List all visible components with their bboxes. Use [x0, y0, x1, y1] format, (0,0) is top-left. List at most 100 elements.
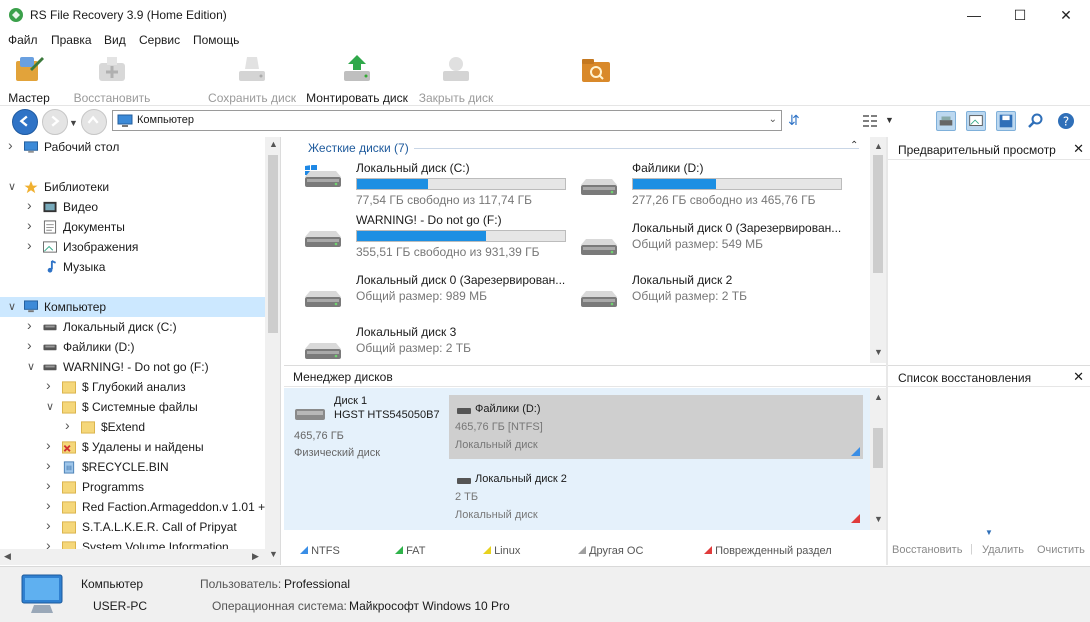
tree-item[interactable]: ∨ $ Системные файлы	[0, 397, 265, 417]
scroll-down-icon[interactable]: ▼	[874, 347, 883, 357]
tree-item[interactable]: Музыка	[0, 257, 265, 277]
scroll-down-icon[interactable]: ▼	[874, 514, 883, 524]
tree-item[interactable]: › $RECYCLE.BIN	[0, 457, 265, 477]
menu-edit[interactable]: Правка	[51, 33, 92, 47]
chevron-right-icon[interactable]: ›	[27, 197, 32, 213]
hd-scroll-thumb[interactable]	[873, 155, 883, 273]
scroll-up-icon[interactable]: ▲	[874, 141, 883, 151]
chevron-down-icon[interactable]: ∨	[8, 180, 16, 193]
view-mode-icon[interactable]	[860, 111, 880, 131]
menu-view[interactable]: Вид	[104, 33, 126, 47]
address-bar[interactable]: Компьютер ⌄	[112, 110, 782, 131]
chevron-right-icon[interactable]: ›	[46, 477, 51, 493]
chevron-right-icon[interactable]: ›	[27, 237, 32, 253]
hard-disk-item[interactable]: WARNING! - Do not go (F:) 355,51 ГБ свобо…	[302, 213, 566, 261]
tree-scrollbar[interactable]: ▲ ▼	[265, 137, 280, 565]
status-bar: Компьютер USER-PC Пользователь: Professi…	[0, 566, 1090, 622]
tree-item[interactable]: ∨ Компьютер	[0, 297, 265, 317]
menu-help[interactable]: Помощь	[193, 33, 239, 47]
mount-disk-button[interactable]: Монтировать диск	[304, 53, 410, 105]
menu-service[interactable]: Сервис	[139, 33, 180, 47]
mount-disk-icon	[344, 55, 370, 81]
scroll-down-icon[interactable]: ▼	[269, 549, 278, 559]
hard-disks-scrollbar[interactable]: ▲ ▼	[870, 137, 886, 363]
view-dropdown-icon[interactable]: ▼	[885, 115, 894, 125]
tree-item[interactable]: › $ Глубокий анализ	[0, 377, 265, 397]
chevron-right-icon[interactable]: ›	[27, 217, 32, 233]
forward-button[interactable]	[42, 109, 68, 135]
close-button[interactable]: ✕	[1043, 0, 1089, 30]
chevron-down-icon[interactable]: ∨	[46, 400, 54, 413]
chevron-right-icon[interactable]: ›	[46, 377, 51, 393]
address-dropdown-icon[interactable]: ⌄	[769, 114, 777, 125]
hard-disk-item[interactable]: Локальный диск 2 Общий размер: 2 ТБ	[578, 273, 838, 321]
tree-hscrollbar[interactable]: ◀ ▶	[0, 549, 265, 565]
chevron-right-icon[interactable]: ›	[46, 517, 51, 533]
search-folder-button[interactable]	[578, 53, 614, 91]
recovery-restore-button[interactable]: Восстановить	[892, 544, 962, 556]
chevron-right-icon[interactable]: ›	[27, 317, 32, 333]
tree-item[interactable]: › Red Faction.Armageddon.v 1.01 +	[0, 497, 265, 517]
chevron-right-icon[interactable]: ›	[8, 137, 13, 153]
dm-scroll-thumb[interactable]	[873, 428, 883, 468]
tree-item-label: Музыка	[63, 260, 106, 274]
hard-disk-item[interactable]: Файлики (D:) 277,26 ГБ свободно из 465,76…	[578, 161, 842, 209]
recovery-delete-button[interactable]: Удалить	[982, 544, 1024, 556]
maximize-button[interactable]: ☐	[997, 0, 1043, 30]
physical-disk[interactable]: Диск 1 HGST HTS545050B7E6 465,76 ГБ Физи…	[284, 388, 444, 468]
partition-d[interactable]: Файлики (D:) 465,76 ГБ [NTFS] Локальный …	[449, 395, 863, 459]
hard-disk-item[interactable]: Локальный диск 0 (Зарезервирован... Общий…	[578, 221, 841, 269]
preview-panel-toggle-icon[interactable]	[966, 111, 986, 131]
hard-disk-item[interactable]: Локальный диск (C:) 77,54 ГБ свободно из …	[302, 161, 566, 209]
scroll-up-icon[interactable]: ▲	[874, 392, 883, 402]
save-disk-button[interactable]: Сохранить диск	[206, 53, 298, 105]
tree-item[interactable]: › Рабочий стол	[0, 137, 265, 157]
chevron-right-icon[interactable]: ›	[46, 497, 51, 513]
tree-item[interactable]: › Локальный диск (C:)	[0, 317, 265, 337]
tree-item[interactable]: › Файлики (D:)	[0, 337, 265, 357]
refresh-icon[interactable]: ⇵	[788, 112, 800, 129]
scroll-right-icon[interactable]: ▶	[252, 551, 259, 562]
chevron-right-icon[interactable]: ›	[46, 437, 51, 453]
disk-manager-scrollbar[interactable]: ▲ ▼	[870, 388, 886, 530]
folder-icon	[62, 501, 76, 514]
drives-panel-toggle-icon[interactable]	[936, 111, 956, 131]
save-panel-toggle-icon[interactable]	[996, 111, 1016, 131]
wizard-button[interactable]: Мастер	[6, 53, 52, 105]
up-button[interactable]	[81, 109, 107, 135]
search-icon[interactable]	[1026, 111, 1046, 131]
recovery-clear-button[interactable]: Очистить	[1037, 544, 1085, 556]
tree-item[interactable]: › $ Удалены и найдены	[0, 437, 265, 457]
scroll-up-icon[interactable]: ▲	[269, 139, 278, 149]
chevron-down-icon[interactable]: ∨	[27, 360, 35, 373]
scroll-left-icon[interactable]: ◀	[4, 551, 11, 562]
chevron-down-icon[interactable]: ∨	[8, 300, 16, 313]
tree-item[interactable]: › Programms	[0, 477, 265, 497]
tree-item[interactable]: › Документы	[0, 217, 265, 237]
tree-scroll-thumb[interactable]	[268, 155, 278, 333]
tree-item[interactable]: › $Extend	[0, 417, 265, 437]
restore-button[interactable]: Восстановить	[72, 53, 152, 105]
history-dropdown-icon[interactable]: ▼	[69, 118, 78, 128]
close-recovery-list-icon[interactable]: ✕	[1073, 369, 1084, 385]
help-icon[interactable]: ?	[1056, 111, 1076, 131]
chevron-right-icon[interactable]: ›	[46, 457, 51, 473]
collapse-icon[interactable]: ⌃	[850, 140, 858, 151]
back-button[interactable]	[12, 109, 38, 135]
chevron-right-icon[interactable]: ›	[27, 337, 32, 353]
tree-item[interactable]: › Изображения	[0, 237, 265, 257]
menu-file[interactable]: Файл	[8, 33, 38, 47]
tree-item[interactable]: ∨ WARNING! - Do not go (F:)	[0, 357, 265, 377]
tree-item[interactable]: ∨ Библиотеки	[0, 177, 265, 197]
recovery-list-dropdown-icon[interactable]: ▼	[985, 528, 993, 537]
image-icon	[43, 241, 57, 253]
chevron-right-icon[interactable]: ›	[65, 417, 70, 433]
drive-icon	[581, 291, 617, 307]
tree-item[interactable]: › Видео	[0, 197, 265, 217]
hard-disk-item[interactable]: Локальный диск 0 (Зарезервирован... Общий…	[302, 273, 565, 321]
close-disk-button[interactable]: Закрыть диск	[416, 53, 496, 105]
partition-local-2[interactable]: Локальный диск 2 2 ТБ Локальный диск	[449, 466, 863, 526]
tree-item[interactable]: › S.T.A.L.K.E.R. Call of Pripyat	[0, 517, 265, 537]
minimize-button[interactable]: —	[951, 0, 997, 30]
close-preview-icon[interactable]: ✕	[1073, 141, 1084, 157]
